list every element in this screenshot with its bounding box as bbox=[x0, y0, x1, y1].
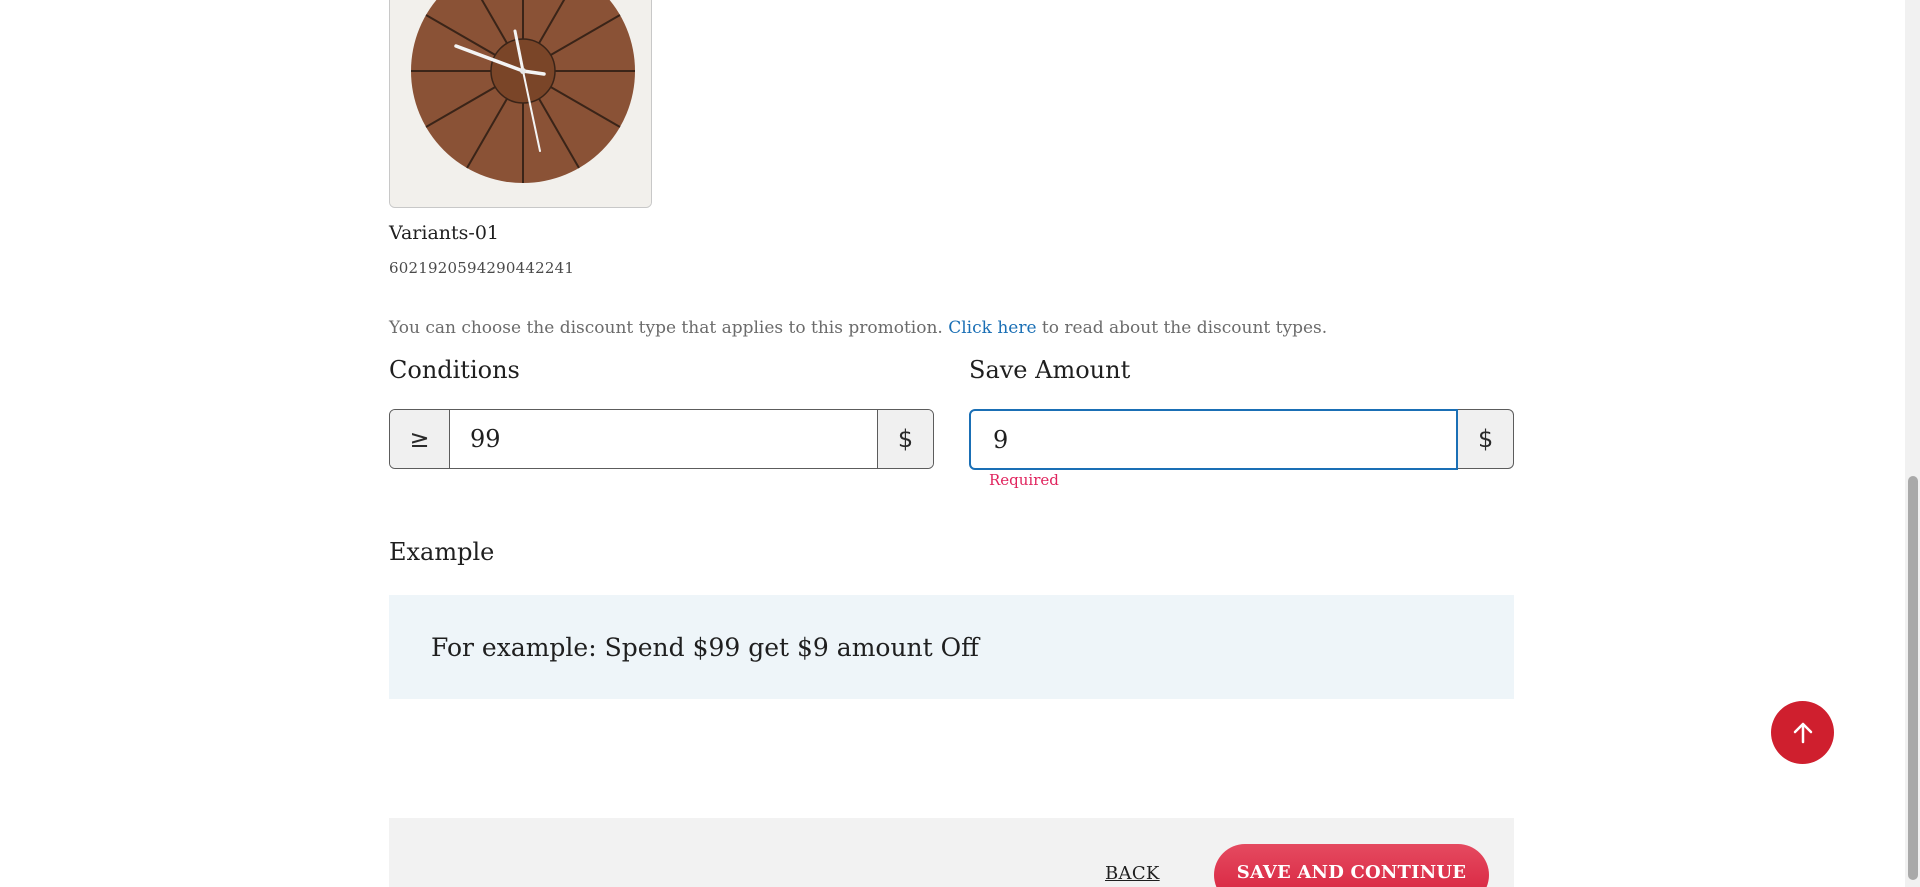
arrow-up-icon bbox=[1793, 722, 1812, 743]
save-amount-error: Required bbox=[989, 471, 1059, 489]
scroll-to-top-button[interactable] bbox=[1771, 701, 1834, 764]
footer-action-bar: BACK SAVE AND CONTINUE bbox=[389, 818, 1514, 887]
save-and-continue-button[interactable]: SAVE AND CONTINUE bbox=[1214, 844, 1489, 887]
scrollbar-thumb[interactable] bbox=[1908, 476, 1918, 880]
info-text-before: You can choose the discount type that ap… bbox=[389, 318, 949, 338]
conditions-label: Conditions bbox=[389, 356, 520, 384]
back-button[interactable]: BACK bbox=[1105, 863, 1160, 884]
product-image bbox=[389, 0, 652, 208]
example-label: Example bbox=[389, 538, 495, 566]
conditions-input[interactable]: 99 bbox=[450, 410, 877, 468]
variant-id: 6021920594290442241 bbox=[389, 259, 575, 277]
info-text-after: to read about the discount types. bbox=[1036, 318, 1328, 338]
discount-types-link[interactable]: Click here bbox=[948, 318, 1036, 338]
save-amount-input-group: 9 $ bbox=[969, 409, 1514, 470]
example-text: For example: Spend $99 get $9 amount Off bbox=[431, 632, 979, 662]
discount-info-text: You can choose the discount type that ap… bbox=[389, 318, 1327, 338]
operator-addon[interactable]: ≥ bbox=[390, 410, 450, 468]
conditions-input-group: ≥ 99 $ bbox=[389, 409, 934, 469]
save-amount-label: Save Amount bbox=[969, 356, 1131, 384]
save-currency-addon: $ bbox=[1458, 409, 1514, 469]
wall-clock-image bbox=[390, 0, 651, 207]
save-amount-input[interactable]: 9 bbox=[969, 409, 1459, 470]
currency-addon: $ bbox=[877, 410, 933, 468]
variant-name: Variants-01 bbox=[389, 222, 500, 244]
example-box: For example: Spend $99 get $9 amount Off bbox=[389, 595, 1514, 699]
